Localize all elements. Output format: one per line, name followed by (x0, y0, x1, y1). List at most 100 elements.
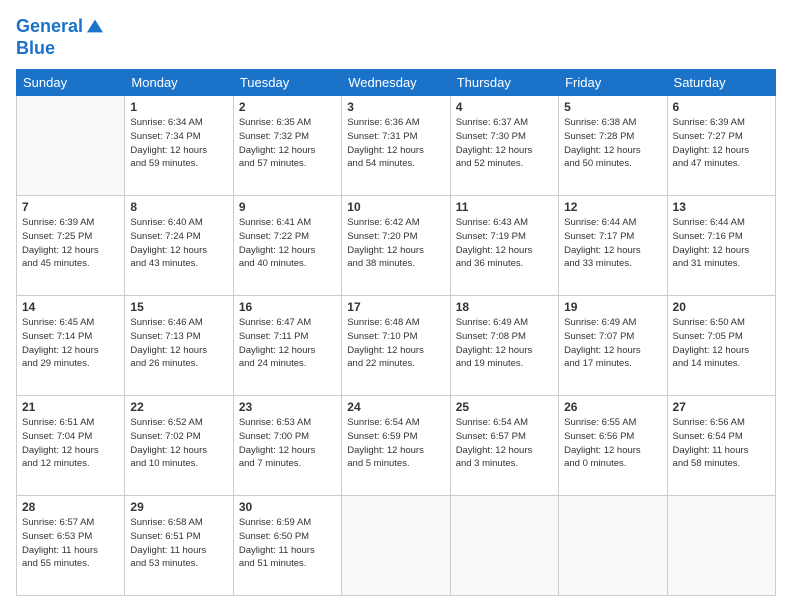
day-info: Sunrise: 6:54 AM Sunset: 6:59 PM Dayligh… (347, 416, 444, 471)
day-info: Sunrise: 6:46 AM Sunset: 7:13 PM Dayligh… (130, 316, 227, 371)
day-info: Sunrise: 6:58 AM Sunset: 6:51 PM Dayligh… (130, 516, 227, 571)
day-info: Sunrise: 6:36 AM Sunset: 7:31 PM Dayligh… (347, 116, 444, 171)
day-info: Sunrise: 6:49 AM Sunset: 7:08 PM Dayligh… (456, 316, 553, 371)
day-number: 24 (347, 400, 444, 414)
header-monday: Monday (125, 70, 233, 96)
header-wednesday: Wednesday (342, 70, 450, 96)
day-number: 26 (564, 400, 661, 414)
day-info: Sunrise: 6:42 AM Sunset: 7:20 PM Dayligh… (347, 216, 444, 271)
day-number: 8 (130, 200, 227, 214)
day-cell: 6 Sunrise: 6:39 AM Sunset: 7:27 PM Daylig… (667, 96, 775, 196)
day-cell: 11 Sunrise: 6:43 AM Sunset: 7:19 PM Dayli… (450, 196, 558, 296)
day-cell: 27Sunrise: 6:56 AM Sunset: 6:54 PM Dayli… (667, 396, 775, 496)
header-friday: Friday (559, 70, 667, 96)
day-cell: 12 Sunrise: 6:44 AM Sunset: 7:17 PM Dayli… (559, 196, 667, 296)
day-cell (450, 496, 558, 596)
logo-blue: Blue (16, 38, 105, 60)
day-info: Sunrise: 6:45 AM Sunset: 7:14 PM Dayligh… (22, 316, 119, 371)
day-info: Sunrise: 6:59 AM Sunset: 6:50 PM Dayligh… (239, 516, 336, 571)
day-cell: 16 Sunrise: 6:47 AM Sunset: 7:11 PM Dayli… (233, 296, 341, 396)
day-info: Sunrise: 6:40 AM Sunset: 7:24 PM Dayligh… (130, 216, 227, 271)
day-cell (342, 496, 450, 596)
day-info: Sunrise: 6:47 AM Sunset: 7:11 PM Dayligh… (239, 316, 336, 371)
day-cell: 23 Sunrise: 6:53 AM Sunset: 7:00 PM Dayli… (233, 396, 341, 496)
day-info: Sunrise: 6:57 AM Sunset: 6:53 PM Dayligh… (22, 516, 119, 571)
day-cell: 4 Sunrise: 6:37 AM Sunset: 7:30 PM Daylig… (450, 96, 558, 196)
day-number: 4 (456, 100, 553, 114)
day-info: Sunrise: 6:51 AM Sunset: 7:04 PM Dayligh… (22, 416, 119, 471)
day-info: Sunrise: 6:55 AM Sunset: 6:56 PM Dayligh… (564, 416, 661, 471)
day-cell: 3Sunrise: 6:36 AM Sunset: 7:31 PM Daylig… (342, 96, 450, 196)
day-cell: 25Sunrise: 6:54 AM Sunset: 6:57 PM Dayli… (450, 396, 558, 496)
day-number: 2 (239, 100, 336, 114)
day-number: 9 (239, 200, 336, 214)
day-info: Sunrise: 6:38 AM Sunset: 7:28 PM Dayligh… (564, 116, 661, 171)
day-cell: 19 Sunrise: 6:49 AM Sunset: 7:07 PM Dayli… (559, 296, 667, 396)
day-cell: 21 Sunrise: 6:51 AM Sunset: 7:04 PM Dayli… (17, 396, 125, 496)
day-number: 29 (130, 500, 227, 514)
day-cell: 26 Sunrise: 6:55 AM Sunset: 6:56 PM Dayli… (559, 396, 667, 496)
day-cell: 10 Sunrise: 6:42 AM Sunset: 7:20 PM Dayli… (342, 196, 450, 296)
day-cell: 7Sunrise: 6:39 AM Sunset: 7:25 PM Daylig… (17, 196, 125, 296)
day-number: 10 (347, 200, 444, 214)
day-info: Sunrise: 6:52 AM Sunset: 7:02 PM Dayligh… (130, 416, 227, 471)
logo: General Blue (16, 16, 105, 59)
day-info: Sunrise: 6:53 AM Sunset: 7:00 PM Dayligh… (239, 416, 336, 471)
day-number: 5 (564, 100, 661, 114)
day-cell: 17Sunrise: 6:48 AM Sunset: 7:10 PM Dayli… (342, 296, 450, 396)
day-cell (667, 496, 775, 596)
day-number: 20 (673, 300, 770, 314)
week-row-3: 21 Sunrise: 6:51 AM Sunset: 7:04 PM Dayli… (17, 396, 776, 496)
day-number: 6 (673, 100, 770, 114)
day-cell: 20Sunrise: 6:50 AM Sunset: 7:05 PM Dayli… (667, 296, 775, 396)
calendar-table: SundayMondayTuesdayWednesdayThursdayFrid… (16, 69, 776, 596)
week-row-0: 1Sunrise: 6:34 AM Sunset: 7:34 PM Daylig… (17, 96, 776, 196)
logo-general: General (16, 16, 83, 36)
day-number: 1 (130, 100, 227, 114)
week-row-4: 28 Sunrise: 6:57 AM Sunset: 6:53 PM Dayli… (17, 496, 776, 596)
day-info: Sunrise: 6:35 AM Sunset: 7:32 PM Dayligh… (239, 116, 336, 171)
week-row-1: 7Sunrise: 6:39 AM Sunset: 7:25 PM Daylig… (17, 196, 776, 296)
day-number: 14 (22, 300, 119, 314)
day-cell (17, 96, 125, 196)
header: General Blue (16, 16, 776, 59)
page: General Blue SundayMondayTuesdayWednesda… (0, 0, 792, 612)
day-number: 11 (456, 200, 553, 214)
day-info: Sunrise: 6:37 AM Sunset: 7:30 PM Dayligh… (456, 116, 553, 171)
day-number: 25 (456, 400, 553, 414)
day-cell: 2 Sunrise: 6:35 AM Sunset: 7:32 PM Daylig… (233, 96, 341, 196)
day-cell: 18 Sunrise: 6:49 AM Sunset: 7:08 PM Dayli… (450, 296, 558, 396)
day-cell: 24 Sunrise: 6:54 AM Sunset: 6:59 PM Dayli… (342, 396, 450, 496)
day-number: 16 (239, 300, 336, 314)
day-number: 19 (564, 300, 661, 314)
day-cell: 14 Sunrise: 6:45 AM Sunset: 7:14 PM Dayli… (17, 296, 125, 396)
header-tuesday: Tuesday (233, 70, 341, 96)
day-number: 12 (564, 200, 661, 214)
day-number: 22 (130, 400, 227, 414)
day-info: Sunrise: 6:39 AM Sunset: 7:27 PM Dayligh… (673, 116, 770, 171)
header-sunday: Sunday (17, 70, 125, 96)
day-cell: 1Sunrise: 6:34 AM Sunset: 7:34 PM Daylig… (125, 96, 233, 196)
day-info: Sunrise: 6:43 AM Sunset: 7:19 PM Dayligh… (456, 216, 553, 271)
day-cell: 30Sunrise: 6:59 AM Sunset: 6:50 PM Dayli… (233, 496, 341, 596)
day-number: 13 (673, 200, 770, 214)
week-row-2: 14 Sunrise: 6:45 AM Sunset: 7:14 PM Dayli… (17, 296, 776, 396)
day-cell: 15Sunrise: 6:46 AM Sunset: 7:13 PM Dayli… (125, 296, 233, 396)
day-cell: 28 Sunrise: 6:57 AM Sunset: 6:53 PM Dayli… (17, 496, 125, 596)
day-number: 17 (347, 300, 444, 314)
day-number: 28 (22, 500, 119, 514)
day-info: Sunrise: 6:39 AM Sunset: 7:25 PM Dayligh… (22, 216, 119, 271)
day-cell: 8 Sunrise: 6:40 AM Sunset: 7:24 PM Daylig… (125, 196, 233, 296)
day-cell (559, 496, 667, 596)
day-cell: 5 Sunrise: 6:38 AM Sunset: 7:28 PM Daylig… (559, 96, 667, 196)
day-info: Sunrise: 6:44 AM Sunset: 7:17 PM Dayligh… (564, 216, 661, 271)
day-number: 21 (22, 400, 119, 414)
day-cell: 22 Sunrise: 6:52 AM Sunset: 7:02 PM Dayli… (125, 396, 233, 496)
day-cell: 29 Sunrise: 6:58 AM Sunset: 6:51 PM Dayli… (125, 496, 233, 596)
day-info: Sunrise: 6:56 AM Sunset: 6:54 PM Dayligh… (673, 416, 770, 471)
day-number: 23 (239, 400, 336, 414)
header-thursday: Thursday (450, 70, 558, 96)
day-info: Sunrise: 6:44 AM Sunset: 7:16 PM Dayligh… (673, 216, 770, 271)
day-info: Sunrise: 6:49 AM Sunset: 7:07 PM Dayligh… (564, 316, 661, 371)
day-number: 18 (456, 300, 553, 314)
